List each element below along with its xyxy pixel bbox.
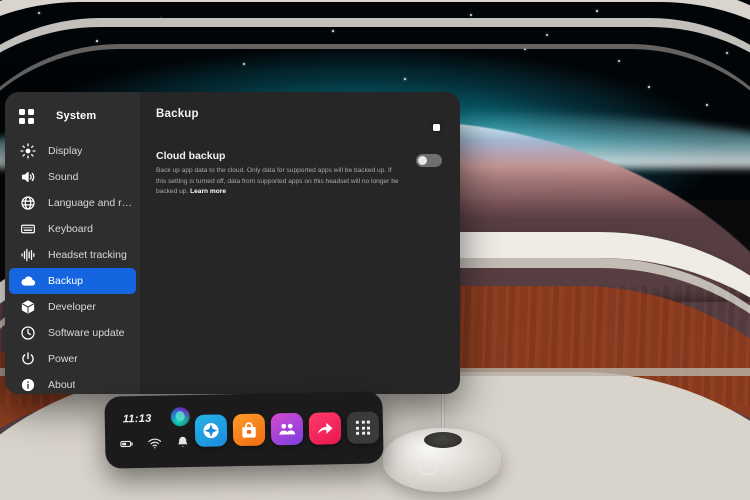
sidebar-header: System — [5, 98, 140, 134]
sidebar-item-label: Software update — [48, 327, 125, 339]
taskbar-app-icons — [194, 411, 380, 447]
speaker-volume-icon — [19, 168, 37, 186]
sidebar-item-software-update[interactable]: Software update — [9, 320, 136, 346]
sidebar-item-headset-tracking[interactable]: Headset tracking — [9, 242, 136, 268]
share-arrow-icon — [317, 422, 333, 434]
waveform-icon — [19, 246, 37, 264]
cloud-icon — [19, 272, 37, 290]
notification-bell-icon[interactable] — [175, 435, 190, 450]
vr-screenshot: System Display Sound Language and regi..… — [0, 0, 750, 500]
library-app[interactable] — [346, 411, 380, 445]
cloud-backup-text: Cloud backup Back up app data to the clo… — [156, 150, 401, 198]
settings-panel: System Display Sound Language and regi..… — [5, 92, 460, 394]
power-icon — [19, 350, 37, 368]
app-grid-icon — [355, 420, 371, 435]
explore-app[interactable] — [194, 414, 228, 447]
cloud-backup-setting-row: Cloud backup Back up app data to the clo… — [156, 150, 442, 198]
settings-content: Backup Cloud backup Back up app data to … — [140, 92, 460, 394]
sidebar-item-about[interactable]: About — [9, 372, 136, 394]
user-avatar-icon[interactable] — [170, 407, 190, 427]
sidebar-item-label: Language and regi... — [48, 197, 136, 209]
page-title: Backup — [156, 108, 199, 120]
sidebar-item-label: Display — [48, 145, 83, 157]
sidebar-item-label: Sound — [48, 171, 79, 183]
taskbar-clock: 11:13 — [122, 412, 152, 426]
cloud-backup-toggle[interactable] — [416, 154, 442, 167]
vr-pointer-cursor — [433, 124, 440, 131]
sidebar-item-label: Backup — [48, 275, 84, 287]
brightness-sun-icon — [19, 142, 37, 160]
sidebar-item-backup[interactable]: Backup — [9, 268, 136, 294]
sidebar-item-label: Keyboard — [48, 223, 93, 235]
clock-icon — [19, 324, 37, 342]
sidebar-item-keyboard[interactable]: Keyboard — [9, 216, 136, 242]
wifi-icon[interactable] — [147, 436, 162, 451]
panel-stand-socket — [424, 432, 462, 448]
people-app[interactable] — [270, 412, 304, 446]
sidebar-item-label: About — [48, 379, 76, 391]
cube-box-icon — [19, 298, 37, 316]
sidebar-title: System — [56, 110, 97, 122]
cloud-backup-description: Back up app data to the cloud. Only data… — [156, 166, 401, 198]
sidebar-item-label: Headset tracking — [48, 249, 127, 261]
taskbar-status-icons — [119, 435, 190, 451]
learn-more-link[interactable]: Learn more — [190, 188, 226, 195]
sidebar-item-sound[interactable]: Sound — [9, 164, 136, 190]
settings-sidebar: System Display Sound Language and regi..… — [5, 92, 140, 394]
sidebar-item-label: Developer — [48, 301, 96, 313]
battery-icon[interactable] — [119, 436, 134, 451]
explore-compass-icon — [203, 423, 219, 439]
sidebar-item-label: Power — [48, 353, 78, 365]
sidebar-item-display[interactable]: Display — [9, 138, 136, 164]
store-bag-icon — [242, 422, 256, 438]
people-group-icon — [279, 423, 296, 435]
toggle-knob — [418, 156, 427, 165]
vr-taskbar: 11:13 — [104, 391, 384, 469]
info-circle-icon — [19, 376, 37, 394]
grid-apps-icon[interactable] — [19, 108, 34, 124]
share-app[interactable] — [308, 412, 342, 445]
sidebar-item-developer[interactable]: Developer — [9, 294, 136, 320]
globe-icon — [19, 194, 37, 212]
sidebar-item-language-and-region[interactable]: Language and regi... — [9, 190, 136, 216]
store-app[interactable] — [232, 413, 266, 447]
sidebar-item-power[interactable]: Power — [9, 346, 136, 372]
taskbar-status-area: 11:13 — [112, 395, 191, 468]
keyboard-icon — [19, 220, 37, 238]
cloud-backup-title: Cloud backup — [156, 150, 226, 162]
sidebar-nav: Display Sound Language and regi... Keybo… — [5, 138, 140, 394]
stand-logo-icon — [418, 462, 438, 475]
